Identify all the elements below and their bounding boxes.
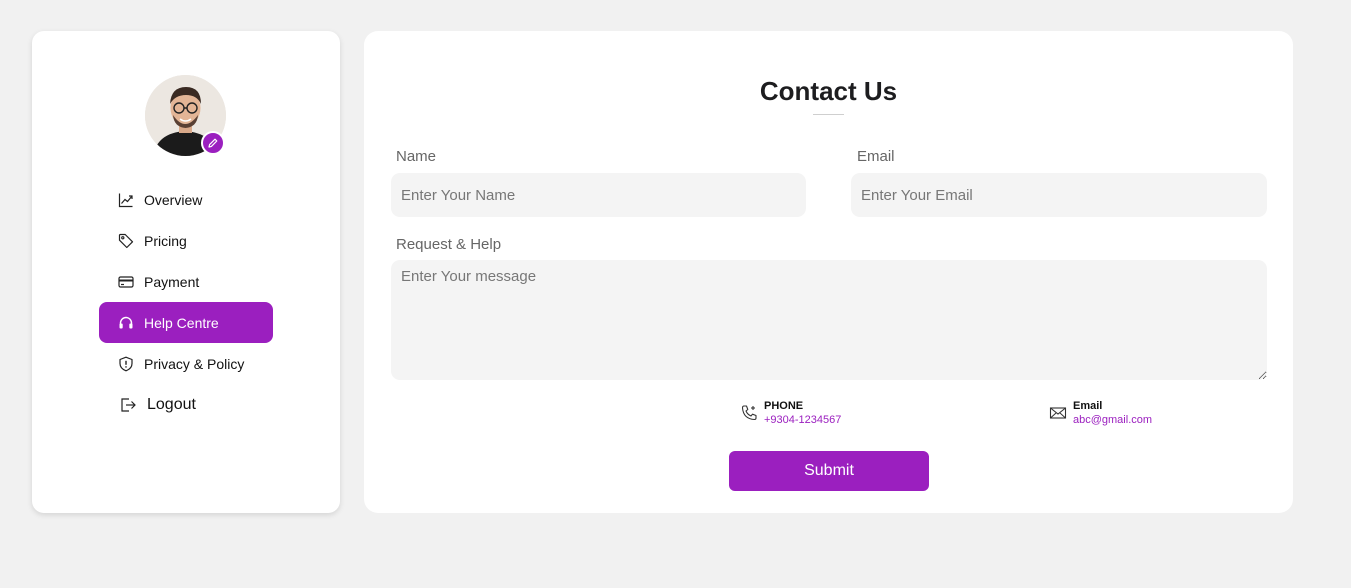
sidebar: Overview Pricing Payment Help Centre Pri… <box>32 31 340 513</box>
shield-icon <box>118 356 134 372</box>
email-key: Email <box>1073 400 1103 412</box>
pencil-icon <box>208 138 218 148</box>
phone-value[interactable]: +9304-1234567 <box>764 413 841 427</box>
tag-icon <box>118 233 134 249</box>
email-input[interactable] <box>851 173 1267 217</box>
sidebar-item-help-centre[interactable]: Help Centre <box>99 302 273 343</box>
submit-button[interactable]: Submit <box>729 451 929 491</box>
name-input[interactable] <box>391 173 806 217</box>
sidebar-item-overview[interactable]: Overview <box>99 179 273 220</box>
sidebar-item-label: Payment <box>144 273 200 290</box>
page-title: Contact Us <box>759 76 898 106</box>
email-label: Email <box>857 148 895 165</box>
sidebar-item-payment[interactable]: Payment <box>99 261 273 302</box>
avatar-container <box>145 75 226 156</box>
request-label: Request & Help <box>396 236 502 253</box>
name-label: Name <box>396 148 437 165</box>
title-divider <box>813 114 844 115</box>
sidebar-item-label: Pricing <box>144 232 187 249</box>
sidebar-item-label: Overview <box>144 191 203 208</box>
sidebar-item-label: Help Centre <box>144 314 219 331</box>
logout-icon <box>120 397 136 413</box>
phone-icon <box>740 404 758 422</box>
logout-label: Logout <box>147 395 196 413</box>
sidebar-menu: Overview Pricing Payment Help Centre Pri… <box>99 179 273 425</box>
mail-icon <box>1049 404 1067 422</box>
sidebar-item-label: Privacy & Policy <box>144 355 245 372</box>
phone-contact: PHONE +9304-1234567 <box>740 399 841 427</box>
sidebar-item-privacy-policy[interactable]: Privacy & Policy <box>99 343 273 384</box>
credit-card-icon <box>118 274 134 290</box>
sidebar-item-pricing[interactable]: Pricing <box>99 220 273 261</box>
contact-panel: Contact Us Name Email Request & Help PHO… <box>364 31 1293 513</box>
email-contact: Email abc@gmail.com <box>1049 399 1152 427</box>
edit-avatar-button[interactable] <box>201 131 225 155</box>
trend-chart-icon <box>118 192 134 208</box>
headset-icon <box>118 315 134 331</box>
message-textarea[interactable] <box>391 260 1267 380</box>
logout-button[interactable]: Logout <box>99 384 273 425</box>
phone-key: PHONE <box>764 400 804 412</box>
email-value[interactable]: abc@gmail.com <box>1073 413 1152 427</box>
